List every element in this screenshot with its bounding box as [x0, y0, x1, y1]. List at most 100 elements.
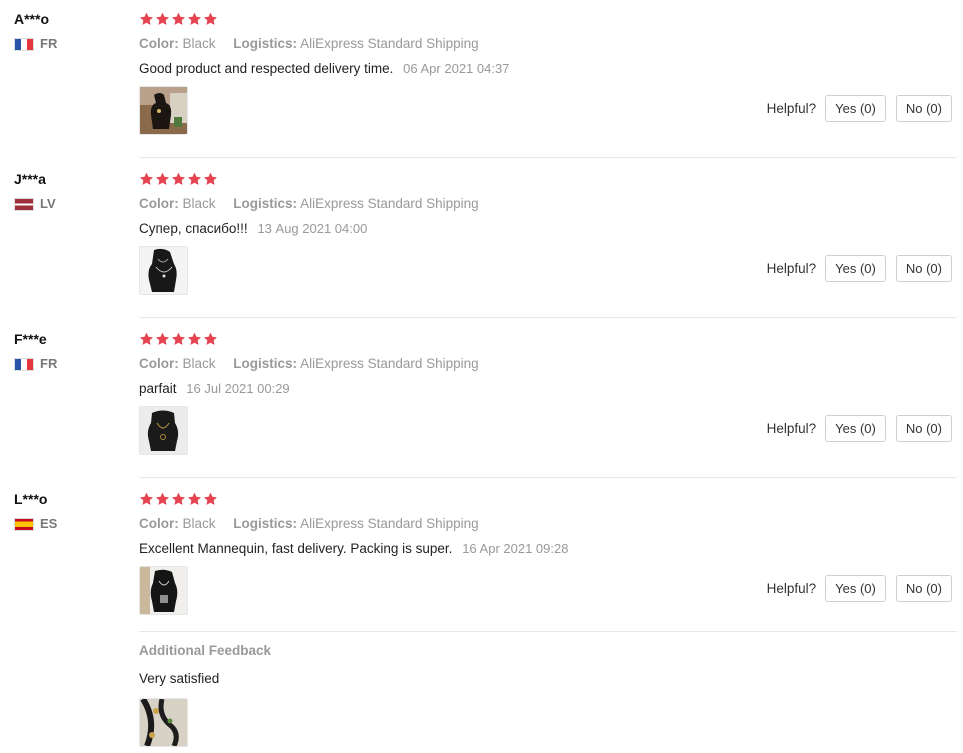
logistics-value: AliExpress Standard Shipping — [300, 356, 479, 371]
reviewer-info: F***e FR — [14, 331, 57, 371]
review-meta: Color: Black Logistics: AliExpress Stand… — [139, 515, 959, 533]
review-item: J***a LV Color: Black Logistics: AliExpr… — [0, 160, 963, 318]
review-date: 13 Aug 2021 04:00 — [257, 221, 368, 236]
review-photo[interactable] — [139, 566, 188, 615]
review-feedback: Good product and respected delivery time… — [139, 60, 959, 78]
helpful-yes-button[interactable]: Yes (0) — [825, 95, 886, 122]
star-icon — [204, 12, 217, 25]
logistics-key: Logistics: — [233, 196, 298, 211]
review-photo[interactable] — [139, 246, 188, 295]
star-icon — [172, 332, 185, 345]
reviewer-name: J***a — [14, 171, 46, 187]
star-icon — [204, 492, 217, 505]
additional-feedback-photo[interactable] — [139, 698, 188, 747]
star-icon — [140, 172, 153, 185]
review-meta: Color: Black Logistics: AliExpress Stand… — [139, 195, 959, 213]
review-date: 06 Apr 2021 04:37 — [403, 61, 510, 76]
review-text: Супер, спасибо!!! — [139, 221, 248, 236]
review-photo[interactable] — [139, 406, 188, 455]
star-icon — [156, 332, 169, 345]
review-feedback: parfait 16 Jul 2021 00:29 — [139, 380, 959, 398]
helpful-section: Helpful? Yes (0) No (0) — [767, 95, 952, 122]
logistics-value: AliExpress Standard Shipping — [300, 516, 479, 531]
review-feedback: Excellent Mannequin, fast delivery. Pack… — [139, 540, 959, 558]
country-code: FR — [40, 36, 58, 51]
star-icon — [188, 172, 201, 185]
reviewer-country: LV — [14, 197, 56, 211]
star-icon — [156, 492, 169, 505]
divider — [139, 631, 957, 632]
reviewer-country: FR — [14, 37, 57, 51]
star-icon — [156, 12, 169, 25]
reviewer-country: ES — [14, 517, 57, 531]
star-icon — [204, 332, 217, 345]
reviewer-name: L***o — [14, 491, 48, 507]
helpful-no-button[interactable]: No (0) — [895, 575, 952, 602]
star-icon — [140, 12, 153, 25]
reviewer-name: F***e — [14, 331, 47, 347]
logistics-key: Logistics: — [233, 356, 298, 371]
color-value: Black — [182, 196, 216, 211]
color-key: Color: — [139, 356, 179, 371]
color-key: Color: — [139, 516, 179, 531]
logistics-key: Logistics: — [233, 36, 298, 51]
review-item: F***e FR Color: Black Logistics: AliExpr… — [0, 320, 963, 478]
review-meta: Color: Black Logistics: AliExpress Stand… — [139, 355, 959, 373]
additional-feedback-text: Very satisfied — [139, 671, 220, 686]
reviewer-info: J***a LV — [14, 171, 56, 211]
divider — [139, 317, 957, 318]
reviewer-name: A***o — [14, 11, 50, 27]
star-rating — [139, 11, 959, 29]
review-photo[interactable] — [139, 86, 188, 135]
star-icon — [156, 172, 169, 185]
reviewer-country: FR — [14, 357, 57, 371]
star-icon — [140, 492, 153, 505]
review-item: A***o FR Color: Black Logistics: AliExpr… — [0, 0, 963, 158]
helpful-yes-button[interactable]: Yes (0) — [825, 255, 886, 282]
review-text: parfait — [139, 381, 177, 396]
country-code: LV — [40, 196, 56, 211]
country-code: ES — [40, 516, 58, 531]
helpful-yes-button[interactable]: Yes (0) — [825, 575, 886, 602]
color-value: Black — [182, 356, 216, 371]
star-icon — [188, 332, 201, 345]
helpful-no-button[interactable]: No (0) — [895, 255, 952, 282]
star-icon — [204, 172, 217, 185]
color-value: Black — [182, 516, 216, 531]
logistics-value: AliExpress Standard Shipping — [300, 196, 479, 211]
helpful-no-button[interactable]: No (0) — [895, 95, 952, 122]
helpful-label: Helpful? — [766, 421, 817, 436]
star-rating — [139, 331, 959, 349]
helpful-label: Helpful? — [766, 101, 817, 116]
logistics-key: Logistics: — [233, 516, 298, 531]
color-key: Color: — [139, 36, 179, 51]
divider — [139, 157, 957, 158]
additional-feedback-title: Additional Feedback — [139, 643, 272, 658]
star-icon — [140, 332, 153, 345]
helpful-label: Helpful? — [766, 581, 817, 596]
country-code: FR — [40, 356, 58, 371]
helpful-section: Helpful? Yes (0) No (0) — [767, 575, 952, 602]
star-rating — [139, 171, 959, 189]
color-value: Black — [182, 36, 216, 51]
reviewer-info: A***o FR — [14, 11, 57, 51]
review-text: Good product and respected delivery time… — [139, 61, 394, 76]
reviews-list: A***o FR Color: Black Logistics: AliExpr… — [0, 0, 963, 753]
helpful-label: Helpful? — [766, 261, 817, 276]
spain-flag-icon — [14, 517, 34, 531]
star-icon — [172, 172, 185, 185]
review-text: Excellent Mannequin, fast delivery. Pack… — [139, 541, 453, 556]
france-flag-icon — [14, 357, 34, 371]
additional-feedback: Additional Feedback Very satisfied — [139, 642, 271, 747]
star-icon — [188, 12, 201, 25]
helpful-section: Helpful? Yes (0) No (0) — [767, 415, 952, 442]
star-icon — [188, 492, 201, 505]
divider — [139, 477, 957, 478]
helpful-no-button[interactable]: No (0) — [895, 415, 952, 442]
review-feedback: Супер, спасибо!!! 13 Aug 2021 04:00 — [139, 220, 959, 238]
helpful-yes-button[interactable]: Yes (0) — [825, 415, 886, 442]
reviewer-info: L***o ES — [14, 491, 57, 531]
review-date: 16 Apr 2021 09:28 — [462, 541, 569, 556]
logistics-value: AliExpress Standard Shipping — [300, 36, 479, 51]
review-meta: Color: Black Logistics: AliExpress Stand… — [139, 35, 959, 53]
